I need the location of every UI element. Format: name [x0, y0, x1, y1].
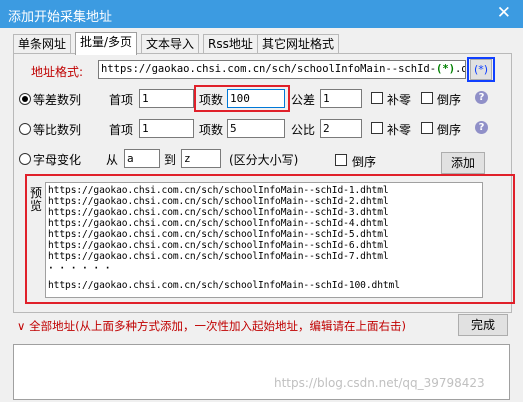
arith-diff-label: 公差 — [291, 93, 316, 107]
letters-to-label: 到 — [164, 153, 177, 167]
letters-from-input[interactable]: a — [124, 149, 160, 168]
arith-first-input[interactable]: 1 — [139, 89, 194, 108]
geo-reverse-checkbox[interactable] — [421, 122, 433, 134]
geo-help-icon[interactable]: ? — [475, 121, 488, 134]
add-button[interactable]: 添加 — [441, 152, 485, 174]
geo-first-input[interactable]: 1 — [139, 119, 194, 138]
close-icon[interactable]: ✕ — [497, 3, 511, 23]
arith-help-icon[interactable]: ? — [475, 91, 488, 104]
arith-pad-checkbox[interactable] — [371, 92, 383, 104]
title-bar: 添加开始采集地址 ✕ — [0, 0, 523, 28]
arith-reverse-checkbox[interactable] — [421, 92, 433, 104]
geo-radio[interactable] — [19, 123, 31, 135]
wildcard-highlight-box — [467, 57, 495, 82]
geo-ratio-input[interactable]: 2 — [320, 119, 362, 138]
window-title: 添加开始采集地址 — [8, 10, 113, 25]
arith-diff-input[interactable]: 1 — [320, 89, 362, 108]
done-button[interactable]: 完成 — [458, 314, 508, 336]
tab-batch-multipage[interactable]: 批量/多页 — [75, 32, 138, 55]
letters-to-input[interactable]: z — [181, 149, 221, 168]
letters-reverse-label: 倒序 — [352, 155, 377, 169]
geo-pad-checkbox[interactable] — [371, 122, 383, 134]
arith-radio[interactable] — [19, 93, 31, 105]
letters-case-label: (区分大小写) — [229, 153, 299, 167]
arith-reverse-label: 倒序 — [437, 93, 462, 107]
letters-from-label: 从 — [106, 153, 119, 167]
arith-label: 等差数列 — [33, 93, 82, 107]
letters-label: 字母变化 — [33, 153, 82, 167]
url-suffix: .dhtml — [455, 63, 465, 75]
geo-first-label: 首项 — [109, 123, 134, 137]
geo-reverse-label: 倒序 — [437, 123, 462, 137]
count-highlight-box — [194, 85, 290, 112]
url-format-input[interactable]: https://gaokao.chsi.com.cn/sch/schoolInf… — [98, 60, 466, 79]
letters-reverse-checkbox[interactable] — [335, 154, 347, 166]
preview-highlight-box — [25, 174, 515, 304]
url-wildcard: (*) — [436, 63, 456, 75]
all-urls-label: ∨ 全部地址(从上面多种方式添加，一次性加入起始地址，编辑请在上面右击) — [17, 319, 407, 333]
tab-text-import[interactable]: 文本导入 — [141, 34, 200, 54]
url-format-label: 地址格式: — [31, 65, 84, 79]
tab-single-url[interactable]: 单条网址 — [13, 34, 72, 54]
geo-label: 等比数列 — [33, 123, 82, 137]
geo-pad-label: 补零 — [387, 123, 412, 137]
tab-other-url-format[interactable]: 其它网址格式 — [257, 34, 340, 54]
geo-count-label: 项数 — [199, 123, 224, 137]
watermark: https://blog.csdn.net/qq_39798423 — [274, 376, 485, 390]
url-prefix: https://gaokao.chsi.com.cn/sch/schoolInf… — [101, 63, 437, 75]
all-urls-textarea[interactable] — [13, 344, 510, 400]
geo-ratio-label: 公比 — [291, 123, 316, 137]
geo-count-input[interactable]: 5 — [227, 119, 285, 138]
arith-pad-label: 补零 — [387, 93, 412, 107]
tab-rss-url[interactable]: Rss地址 — [203, 34, 258, 54]
letters-radio[interactable] — [19, 153, 31, 165]
arith-first-label: 首项 — [109, 93, 134, 107]
